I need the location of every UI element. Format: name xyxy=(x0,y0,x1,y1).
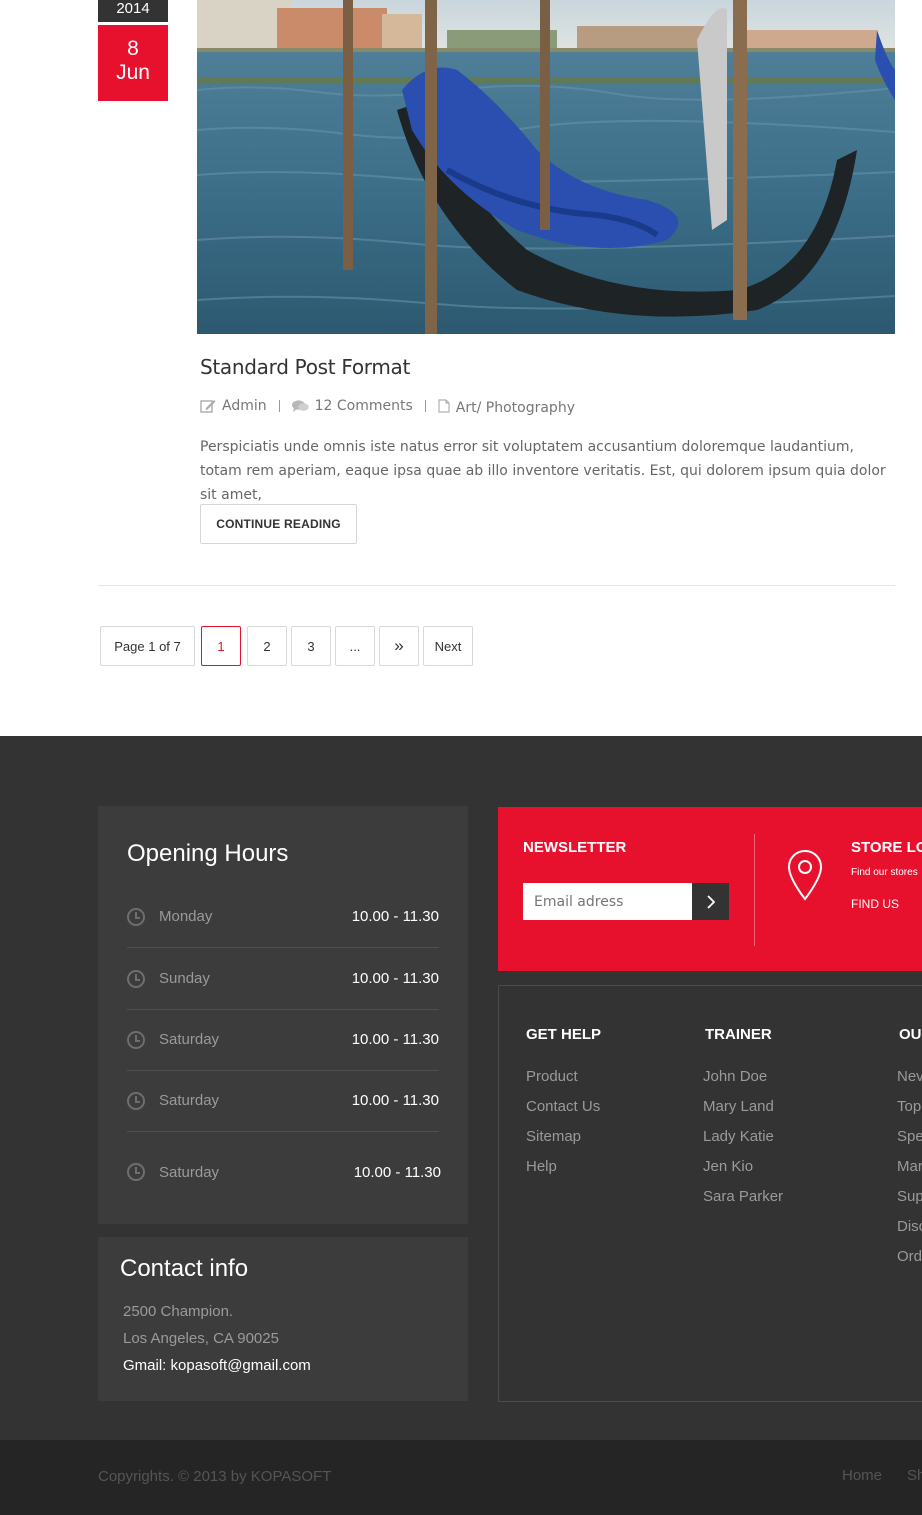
hours-time: 10.00 - 11.30 xyxy=(351,970,439,987)
clock-icon xyxy=(127,969,145,988)
post-date-month: Jun xyxy=(116,61,150,84)
page-2-link[interactable]: 2 xyxy=(247,626,287,666)
hours-row: Monday 10.00 - 11.30 xyxy=(127,886,439,948)
bottom-link-shop[interactable]: Sh xyxy=(907,1467,922,1484)
clock-icon xyxy=(127,1091,145,1110)
hours-row: Saturday 10.00 - 11.30 xyxy=(127,1141,441,1203)
bottom-nav: Home Sh xyxy=(842,1467,922,1484)
opening-hours-panel: Opening Hours Monday 10.00 - 11.30 Sunda… xyxy=(98,806,468,1224)
edit-icon xyxy=(200,400,216,413)
document-icon xyxy=(438,399,450,413)
clock-icon xyxy=(127,1030,145,1049)
footer-links-panel: GET HELP Product Contact Us Sitemap Help… xyxy=(498,985,922,1402)
post-author-name: Admin xyxy=(222,398,267,414)
third-column-link[interactable]: Disc xyxy=(897,1218,922,1248)
post-divider xyxy=(98,585,895,586)
post-comments-count: 12 Comments xyxy=(314,398,413,414)
page-3-link[interactable]: 3 xyxy=(291,626,331,666)
footer-link-help[interactable]: Help xyxy=(526,1158,600,1188)
chevron-right-icon xyxy=(706,894,715,909)
clock-icon xyxy=(127,907,145,926)
post-meta: Admin 12 Comments Art/ Photography xyxy=(200,398,575,416)
hours-day: Saturday xyxy=(159,1031,220,1048)
store-locator-subtitle: Find our stores xyxy=(851,867,918,878)
post-excerpt: Perspiciatis unde omnis iste natus error… xyxy=(200,439,886,503)
meta-divider xyxy=(424,400,426,412)
hours-time: 10.00 - 11.30 xyxy=(351,1031,439,1048)
last-page-arrow[interactable]: » xyxy=(379,626,419,666)
trainer-title: TRAINER xyxy=(705,1026,772,1043)
trainer-link[interactable]: Mary Land xyxy=(703,1098,783,1128)
trainer-link[interactable]: John Doe xyxy=(703,1068,783,1098)
third-column-link[interactable]: Ord xyxy=(897,1248,922,1278)
third-column-link[interactable]: Spe xyxy=(897,1128,922,1158)
newsletter-store-band: NEWSLETTER STORE LO Find our stores FIND… xyxy=(498,807,922,971)
store-locator-title: STORE LO xyxy=(851,839,922,856)
comments-icon xyxy=(291,399,309,412)
trainer-link[interactable]: Lady Katie xyxy=(703,1128,783,1158)
copyright-text: Copyrights. © 2013 by KOPASOFT xyxy=(98,1468,332,1485)
third-column-list: Nev Top Spe Mar Sup Disc Ord xyxy=(897,1068,922,1278)
newsletter-submit-button[interactable] xyxy=(692,883,729,920)
trainer-link[interactable]: Sara Parker xyxy=(703,1188,783,1218)
next-page-link[interactable]: Next xyxy=(423,626,473,666)
third-column-link[interactable]: Nev xyxy=(897,1068,922,1098)
hours-day: Saturday xyxy=(159,1163,220,1181)
clock-icon xyxy=(127,1163,145,1181)
contact-email[interactable]: Gmail: kopasoft@gmail.com xyxy=(123,1357,311,1374)
hours-day: Saturday xyxy=(159,1092,220,1109)
post-date-badge: 8 Jun xyxy=(98,25,168,101)
post-title[interactable]: Standard Post Format xyxy=(200,355,410,379)
trainer-list: John Doe Mary Land Lady Katie Jen Kio Sa… xyxy=(703,1068,783,1218)
hours-time: 10.00 - 11.30 xyxy=(351,908,439,925)
hours-row: Sunday 10.00 - 11.30 xyxy=(127,948,439,1010)
contact-info-panel: Contact info 2500 Champion. Los Angeles,… xyxy=(98,1237,468,1401)
post-author[interactable]: Admin xyxy=(200,398,267,414)
find-us-link[interactable]: FIND US xyxy=(851,897,899,911)
hours-row: Saturday 10.00 - 11.30 xyxy=(127,1009,439,1071)
opening-hours-title: Opening Hours xyxy=(127,840,289,867)
hours-time: 10.00 - 11.30 xyxy=(351,1092,439,1109)
third-column-title: OU xyxy=(899,1026,922,1043)
footer-link-product[interactable]: Product xyxy=(526,1068,600,1098)
meta-divider xyxy=(278,400,280,412)
continue-reading-button[interactable]: CONTINUE READING xyxy=(200,504,357,544)
get-help-title: GET HELP xyxy=(526,1026,602,1043)
contact-address-line1: 2500 Champion. xyxy=(123,1303,234,1320)
post-category-label: Art/ Photography xyxy=(455,400,575,416)
pagination: Page 1 of 7 1 2 3 ... » Next xyxy=(100,626,473,666)
bottom-link-home[interactable]: Home xyxy=(842,1467,882,1484)
post-date-day: 8 xyxy=(127,37,139,60)
footer-link-sitemap[interactable]: Sitemap xyxy=(526,1128,600,1158)
pagination-summary: Page 1 of 7 xyxy=(100,626,195,666)
post-comments[interactable]: 12 Comments xyxy=(291,398,413,414)
newsletter-title: NEWSLETTER xyxy=(523,839,627,856)
third-column-link[interactable]: Sup xyxy=(897,1188,922,1218)
third-column-link[interactable]: Top xyxy=(897,1098,922,1128)
post-date-year: 2014 xyxy=(98,0,168,22)
hours-time: 10.00 - 11.30 xyxy=(353,1163,441,1181)
contact-address-line2: Los Angeles, CA 90025 xyxy=(123,1330,279,1347)
post-category[interactable]: Art/ Photography xyxy=(438,398,575,416)
hours-day: Monday xyxy=(159,908,213,925)
newsletter-email-input[interactable] xyxy=(523,883,693,920)
contact-info-title: Contact info xyxy=(120,1255,249,1282)
page-1-link[interactable]: 1 xyxy=(201,626,241,666)
get-help-list: Product Contact Us Sitemap Help xyxy=(526,1068,600,1188)
trainer-link[interactable]: Jen Kio xyxy=(703,1158,783,1188)
hours-day: Sunday xyxy=(159,970,210,987)
post-featured-image[interactable] xyxy=(197,0,895,334)
page-ellipsis: ... xyxy=(335,626,375,666)
newsletter-separator xyxy=(754,834,755,946)
third-column-link[interactable]: Mar xyxy=(897,1158,922,1188)
hours-row: Saturday 10.00 - 11.30 xyxy=(127,1070,439,1132)
bottom-bar: Copyrights. © 2013 by KOPASOFT Home Sh xyxy=(0,1440,922,1515)
gondola-photo xyxy=(197,0,895,334)
map-pin-icon xyxy=(787,849,823,901)
footer-link-contact-us[interactable]: Contact Us xyxy=(526,1098,600,1128)
